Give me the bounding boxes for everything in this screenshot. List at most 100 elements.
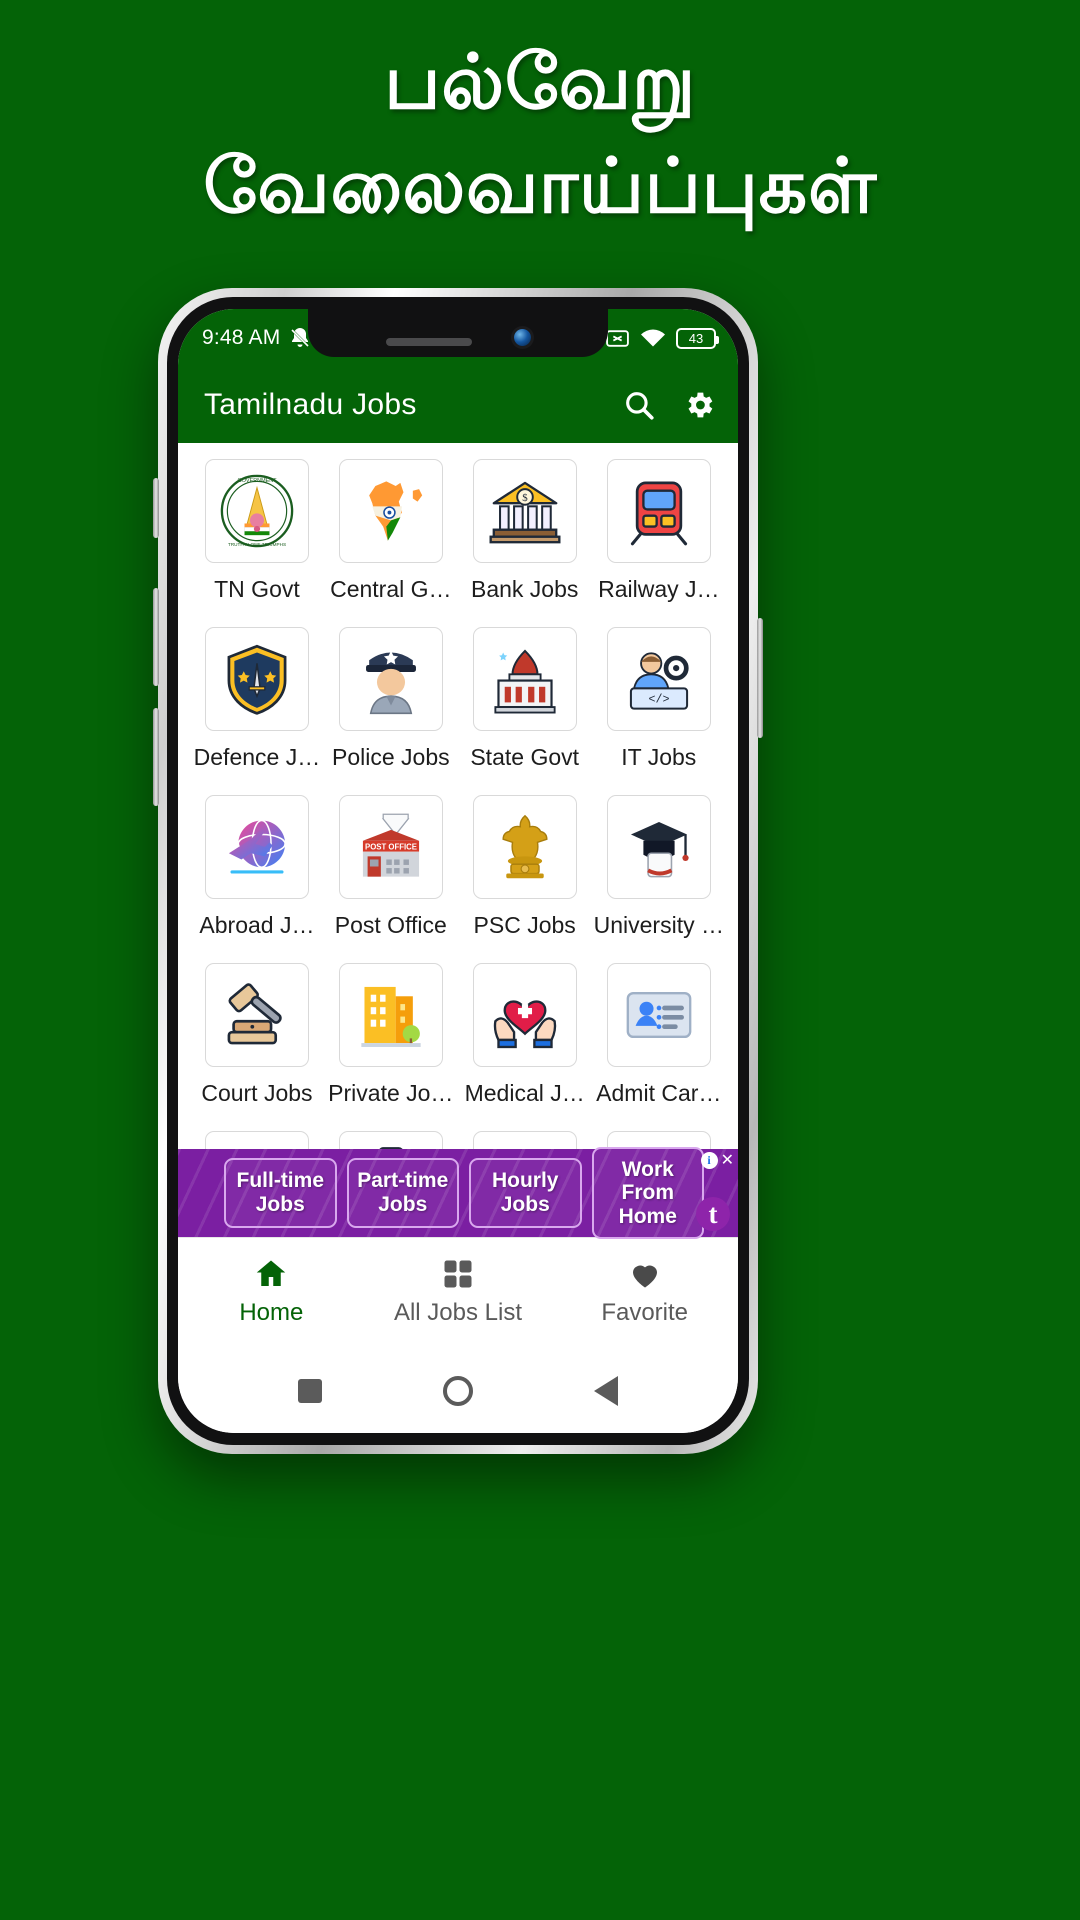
ad-close-icon[interactable]: ✕ [721,1152,734,1169]
phone-mockup: 9:48 AM 43 Tamilnadu Jobs GOVERNMENT TRU… [153,288,763,1454]
nav-item-label: All Jobs List [393,1299,523,1326]
nav-item-label: Home [239,1299,304,1326]
grid-item-private-jobs[interactable]: Private Jo… [326,963,456,1127]
grid-item-label: TN Govt [214,576,300,602]
grid-item-abroad-jobs[interactable]: Abroad J… [192,795,322,959]
grid-item-label: University … [593,912,724,938]
ad-chip-line1: Full-time [236,1169,325,1193]
advertiser-logo[interactable]: t [696,1197,730,1231]
ad-chip-full-time[interactable]: Full-time Jobs [224,1158,337,1228]
grid-item-label: Abroad J… [199,912,315,938]
phone-bezel: 9:48 AM 43 Tamilnadu Jobs GOVERNMENT TRU… [167,297,749,1445]
app-title: Tamilnadu Jobs [204,388,417,421]
circle-icon[interactable] [442,1376,473,1406]
nav-item-all-jobs-list[interactable]: All Jobs List [365,1256,552,1327]
promo-headline-line1: பல்வேறு [384,40,696,125]
phone-screen: 9:48 AM 43 Tamilnadu Jobs GOVERNMENT TRU… [178,309,738,1433]
nav-item-favorite[interactable]: Favorite [551,1256,738,1327]
grid-item-court-jobs[interactable]: Court Jobs [192,963,322,1127]
svg-text:</>: </> [648,692,669,706]
clipboard-check-icon [338,1131,443,1149]
grid-item-label: IT Jobs [621,744,697,770]
grid-item-it-jobs[interactable]: </> IT Jobs [594,627,724,791]
bank-building-icon: $ [472,459,577,563]
grid-item-label: Post Office [334,912,447,938]
ad-badges: i ✕ [700,1152,734,1169]
grid-item-post-office[interactable]: POST OFFICE Post Office [326,795,456,959]
job-category-grid-container[interactable]: GOVERNMENT TRUTH ALONE TRIUMPHS TN Govt [178,443,738,1149]
heart-icon [632,1265,657,1288]
grid-item-label: Defence J… [193,744,321,770]
grid-item-defence-jobs[interactable]: Defence J… [192,627,322,791]
grid-icon [444,1260,472,1288]
nav-item-home[interactable]: Home [178,1256,365,1327]
grid-item-results[interactable] [326,1131,456,1149]
ad-info-icon[interactable]: i [700,1152,718,1169]
ad-chip-work-from-home[interactable]: Work From Home [591,1146,704,1240]
shield-sword-icon [204,627,309,731]
grid-item-label: State Govt [470,744,580,770]
grid-item-label: Court Jobs [201,1080,313,1106]
home-icon [257,1260,286,1286]
search-icon[interactable] [622,388,656,422]
system-navigation-bar [178,1345,738,1433]
grid-item-bank-jobs[interactable]: $ Bank Jobs [460,459,590,623]
india-map-flag-icon [338,459,443,563]
nav-item-label: Favorite [601,1299,689,1326]
grid-item-label: Police Jobs [332,744,450,770]
grid-item-question-bank[interactable]: Q A [460,1131,590,1149]
phone-power-button [757,618,763,738]
grid-item-label: PSC Jobs [473,912,576,938]
grid-item-university-jobs[interactable]: University … [594,795,724,959]
phone-side-button-1 [153,478,159,538]
grid-item-medical-jobs[interactable]: Medical J… [460,963,590,1127]
battery-level-label: 43 [688,330,704,346]
grid-item-railway-jobs[interactable]: Railway J… [594,459,724,623]
ad-banner[interactable]: Full-time Jobs Part-time Jobs Hourly Job… [178,1146,738,1240]
promo-headline-line2: வேலைவாய்ப்புகள் [203,143,877,229]
quiz-paper-icon: Q A [472,1131,577,1149]
government-building-icon [472,627,577,731]
grid-item-label: Admit Car… [596,1080,722,1106]
ad-chip-part-time[interactable]: Part-time Jobs [346,1158,459,1228]
cast-off-icon [606,329,629,347]
svg-text:$: $ [522,492,528,504]
ad-chip-line1: Part-time [357,1169,449,1193]
grid-item-central-govt[interactable]: Central G… [326,459,456,623]
phone-volume-down-button [153,708,159,806]
developer-code-icon: </> [606,627,711,731]
grid-item-label: Private Jo… [328,1080,454,1106]
grid-item-label: Bank Jobs [470,576,579,602]
ad-chip-hourly[interactable]: Hourly Jobs [469,1158,582,1228]
office-tower-icon [338,963,443,1067]
tn-govt-emblem-icon: GOVERNMENT TRUTH ALONE TRIUMPHS [204,459,309,563]
books-icon [204,1131,309,1149]
square-icon[interactable] [298,1379,323,1403]
svg-text:TRUTH ALONE TRIUMPHS: TRUTH ALONE TRIUMPHS [228,542,286,547]
svg-text:GOVERNMENT: GOVERNMENT [237,478,277,484]
earpiece-speaker [385,338,472,346]
app-bar: Tamilnadu Jobs [178,367,738,443]
airplane-globe-icon [204,795,309,899]
grid-item-admit-card[interactable]: Admit Car… [594,963,724,1127]
police-officer-icon [338,627,443,731]
grid-item-police-jobs[interactable]: Police Jobs [326,627,456,791]
graduation-cap-icon [606,795,711,899]
promo-headline: பல்வேறு வேலைவாய்ப்புகள் [0,38,1080,231]
svg-text:POST OFFICE: POST OFFICE [365,842,417,851]
status-bar-time: 9:48 AM [202,326,281,349]
wifi-icon [641,329,665,347]
ashoka-emblem-icon [472,795,577,899]
ad-chip-line1: Work From [621,1157,675,1205]
grid-item-label: Central G… [330,576,452,602]
grid-item-psc-jobs[interactable]: PSC Jobs [460,795,590,959]
grid-item-study-materials[interactable] [192,1131,322,1149]
gear-icon[interactable] [682,388,716,422]
bottom-navigation: Home All Jobs List Favorite [178,1237,738,1345]
triangle-back-icon[interactable] [593,1376,618,1406]
grid-item-label: Railway J… [598,576,720,602]
grid-item-state-govt[interactable]: State Govt [460,627,590,791]
train-icon [606,459,711,563]
grid-item-tn-govt[interactable]: GOVERNMENT TRUTH ALONE TRIUMPHS TN Govt [192,459,322,623]
battery-indicator: 43 [676,327,719,349]
